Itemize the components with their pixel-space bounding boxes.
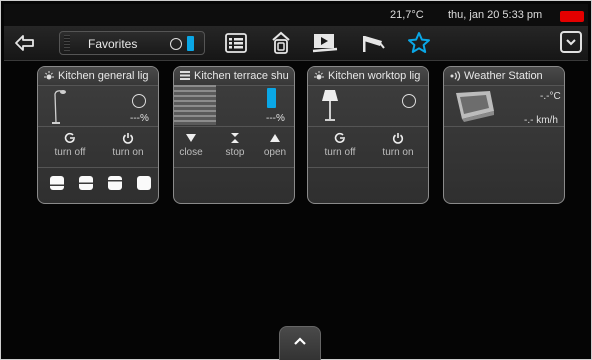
card-header: Kitchen terrace shu xyxy=(174,67,294,86)
preset-75-button[interactable] xyxy=(108,176,122,190)
shutter-position: ---% xyxy=(266,113,285,124)
power-off-icon xyxy=(42,132,98,146)
floor-lamp-icon xyxy=(50,88,68,127)
device-card-kitchen-terrace-shutter[interactable]: Kitchen terrace shu ---% close stop open xyxy=(173,66,295,204)
preset-50-button[interactable] xyxy=(79,176,93,190)
device-card-kitchen-general-light[interactable]: Kitchen general lig ---% turn off turn o… xyxy=(37,66,159,204)
table-lamp-icon xyxy=(320,89,340,126)
card-header: Kitchen worktop lig xyxy=(308,67,428,86)
weather-station-image xyxy=(450,89,498,123)
card-title: Kitchen worktop lig xyxy=(328,70,421,82)
card-status: ---% xyxy=(38,85,158,127)
turn-off-button[interactable]: turn off xyxy=(312,132,368,158)
dim-level: ---% xyxy=(130,113,149,124)
light-bulb-icon xyxy=(43,70,55,82)
power-on-icon xyxy=(100,132,156,146)
grip-icon xyxy=(64,35,70,51)
toggle-bar-icon xyxy=(187,36,194,51)
device-card-kitchen-worktop-light[interactable]: Kitchen worktop lig turn off turn on xyxy=(307,66,429,204)
status-ring-icon xyxy=(132,94,146,108)
status-ring-icon xyxy=(402,94,416,108)
light-bulb-icon xyxy=(313,70,325,82)
home-icon[interactable] xyxy=(267,30,295,56)
turn-on-label: turn on xyxy=(112,147,144,158)
card-actions: turn off turn on xyxy=(38,127,158,168)
arrow-up-icon xyxy=(252,132,294,146)
turn-off-button[interactable]: turn off xyxy=(42,132,98,158)
card-title: Kitchen general lig xyxy=(58,70,149,82)
card-status xyxy=(308,85,428,127)
arrow-down-icon xyxy=(174,132,214,146)
status-temperature: 21,7°C xyxy=(390,9,424,21)
turn-off-label: turn off xyxy=(324,147,356,158)
preset-100-button[interactable] xyxy=(137,176,151,190)
card-title: Kitchen terrace shu xyxy=(194,70,289,82)
expand-panel-button[interactable] xyxy=(279,326,321,360)
turn-on-label: turn on xyxy=(382,147,414,158)
status-bar: 21,7°C thu, jan 20 5:33 pm xyxy=(4,4,588,27)
turn-on-button[interactable]: turn on xyxy=(100,132,156,158)
camera-icon[interactable] xyxy=(359,30,387,56)
menu-button[interactable] xyxy=(560,31,582,53)
dim-presets xyxy=(38,167,158,203)
preset-25-button[interactable] xyxy=(50,176,64,190)
position-indicator xyxy=(267,88,276,108)
chevron-down-icon xyxy=(564,35,578,52)
turn-on-button[interactable]: turn on xyxy=(370,132,426,158)
favorites-select[interactable]: Favorites xyxy=(59,31,205,55)
list-icon[interactable] xyxy=(222,30,250,56)
card-status: ---% xyxy=(174,85,294,127)
status-datetime: thu, jan 20 5:33 pm xyxy=(448,9,543,21)
favorites-select-value: Favorites xyxy=(88,37,138,51)
battery-indicator xyxy=(560,11,584,22)
card-title: Weather Station xyxy=(464,70,543,82)
close-button[interactable]: close xyxy=(174,132,214,158)
open-button[interactable]: open xyxy=(252,132,294,158)
card-status: -.-°C -.- km/h xyxy=(444,85,564,127)
temperature-value: -.-°C xyxy=(540,91,561,102)
card-header: Kitchen general lig xyxy=(38,67,158,86)
open-label: open xyxy=(263,147,287,158)
wind-value: -.- km/h xyxy=(524,115,558,126)
weather-station-icon xyxy=(449,70,461,82)
chevron-up-icon xyxy=(293,335,307,350)
device-card-weather-station[interactable]: Weather Station -.-°C -.- km/h xyxy=(443,66,565,204)
shutter-image xyxy=(174,85,216,125)
toolbar: Favorites xyxy=(4,26,588,61)
back-arrow-icon[interactable] xyxy=(14,33,36,53)
close-label: close xyxy=(179,147,203,158)
media-player-icon[interactable] xyxy=(311,30,339,56)
toggle-ring-icon xyxy=(170,38,182,50)
power-on-icon xyxy=(370,132,426,146)
turn-off-label: turn off xyxy=(54,147,86,158)
card-actions: turn off turn on xyxy=(308,127,428,168)
star-icon[interactable] xyxy=(405,30,433,56)
shutter-icon xyxy=(179,70,191,82)
card-header: Weather Station xyxy=(444,67,564,86)
power-off-icon xyxy=(312,132,368,146)
card-actions: close stop open xyxy=(174,127,294,168)
